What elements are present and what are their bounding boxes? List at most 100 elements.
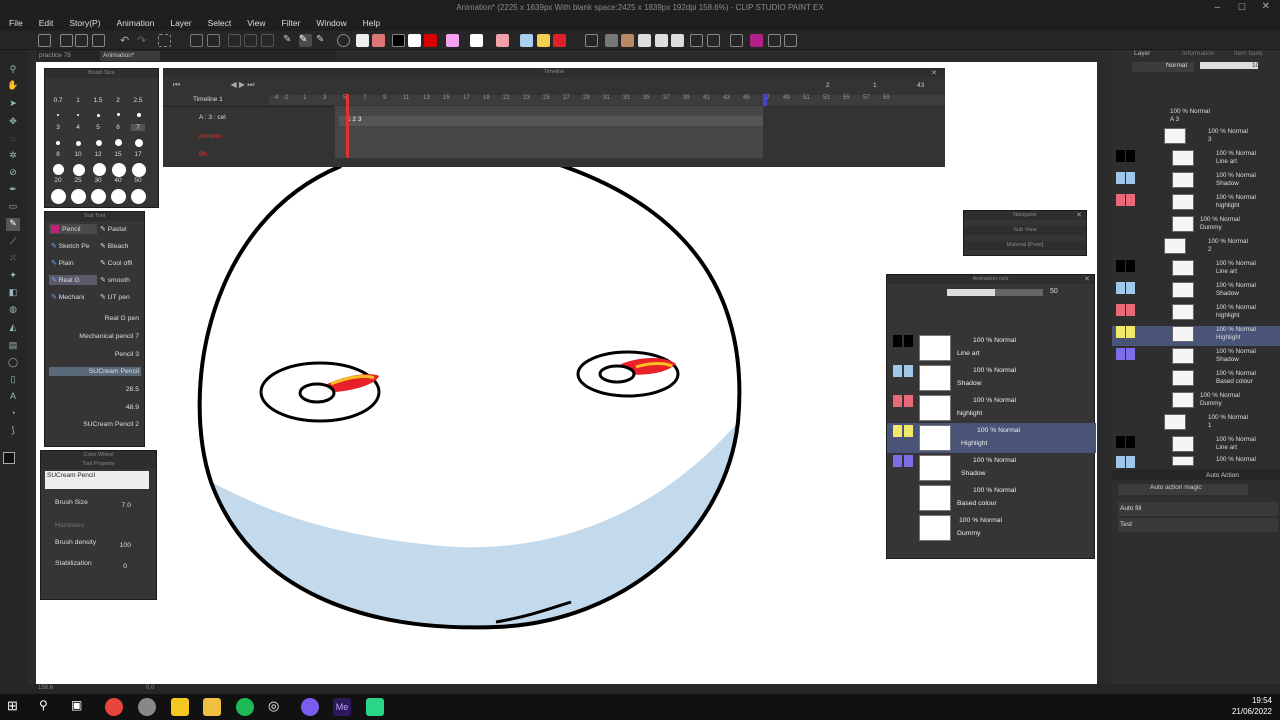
playback-start-icon[interactable]: ⏮ <box>173 80 180 89</box>
brush-size-option[interactable]: 5 <box>91 124 105 131</box>
sub-tool-sketch[interactable]: ✎ Sketch Pe <box>49 241 97 251</box>
clip-studio-icon[interactable] <box>138 698 156 716</box>
sub-tool-mechanical[interactable]: ✎ Mechani <box>49 292 97 302</box>
pattern-icon[interactable] <box>356 34 369 47</box>
tab-animation[interactable]: Animation* <box>100 51 160 61</box>
color-white2-icon[interactable] <box>470 34 483 47</box>
windows-start-icon[interactable]: ⊞ <box>7 698 25 716</box>
sub-tool-bleach[interactable]: ✎ Bleach <box>98 241 142 251</box>
brush-size-option[interactable]: 40 <box>111 177 125 184</box>
color-red2-icon[interactable] <box>553 34 566 47</box>
tone-icon[interactable] <box>655 34 668 47</box>
balloon-icon[interactable]: ◔ <box>6 408 20 421</box>
layer-row[interactable]: 100 % Normal A 3 <box>1112 108 1280 123</box>
brush-size-option-selected[interactable]: 7 <box>131 124 145 131</box>
sub-tool-real-g[interactable]: ✎ Real G <box>49 275 97 285</box>
sub-view-tab[interactable]: Sub View <box>964 226 1086 235</box>
layer-row[interactable]: 100 % Normal Based colour <box>1112 370 1280 386</box>
sub-tool-pastel[interactable]: ✎ Pastel <box>98 224 142 234</box>
material-tab[interactable]: Material [Pose] <box>964 241 1086 250</box>
auto-action-item[interactable]: Auto fill <box>1118 502 1278 516</box>
brush-size-option[interactable]: 50 <box>131 177 145 184</box>
maximize-icon[interactable]: ☐ <box>1238 2 1246 13</box>
obs-icon[interactable]: ◎ <box>268 698 286 716</box>
menu-animation[interactable]: Animation <box>108 17 162 31</box>
open-icon[interactable] <box>60 34 73 47</box>
text-icon[interactable]: A <box>6 391 20 404</box>
brush-size-option[interactable]: 3 <box>51 124 65 131</box>
opacity-slider[interactable] <box>947 289 1043 296</box>
cel-row[interactable]: 100 % Normal Based colour <box>887 483 1096 513</box>
brush-list-item[interactable]: Mechanical pencil 7 <box>49 332 141 341</box>
brush-size-option[interactable]: 0.7 <box>51 97 65 104</box>
rotate-icon[interactable] <box>784 34 797 47</box>
layer-row[interactable]: 100 % Normal Line art <box>1112 436 1280 452</box>
layer-folder[interactable]: 100 % Normal 3 <box>1112 128 1280 144</box>
auto-action-tab[interactable]: Auto Action <box>1206 472 1239 479</box>
airbrush-icon[interactable]: ⁙ <box>6 253 20 266</box>
color-wheel-tab[interactable]: Color Wheel <box>41 451 156 460</box>
grid-icon[interactable] <box>638 34 651 47</box>
layer-row[interactable]: 100 % Normal Shadow <box>1112 348 1280 364</box>
view-icon[interactable] <box>585 34 598 47</box>
figure-icon[interactable]: ◯ <box>6 357 20 370</box>
brush-list-footer[interactable]: SUCream Pencil 2 <box>49 420 141 429</box>
brush-size-option[interactable]: 20 <box>51 177 65 184</box>
brush-size-option[interactable]: 2.5 <box>131 97 145 104</box>
menu-filter[interactable]: Filter <box>273 17 308 31</box>
media-encoder-icon[interactable]: Me <box>333 698 351 716</box>
correct-line-icon[interactable]: ⟆ <box>6 425 20 438</box>
magenta-icon[interactable] <box>750 34 763 47</box>
layer-row[interactable]: 100 % Normal highlight <box>1112 194 1280 210</box>
close-icon[interactable]: ✕ <box>931 69 937 77</box>
end-marker[interactable] <box>763 94 767 106</box>
navigator-title[interactable]: Navigator <box>964 211 1086 220</box>
minimize-icon[interactable]: – <box>1214 2 1220 13</box>
layer-row[interactable]: 100 % Normal highlight <box>1112 304 1280 320</box>
menu-edit[interactable]: Edit <box>30 17 61 31</box>
menu-file[interactable]: File <box>0 17 30 31</box>
frame-tool-icon[interactable]: ▭ <box>6 201 20 214</box>
cel-row[interactable]: 100 % Normal Shadow <box>887 453 1096 483</box>
blend-icon[interactable] <box>337 34 350 47</box>
tab-information[interactable]: Information <box>1182 50 1215 57</box>
play-icon[interactable]: ▶ <box>239 80 245 89</box>
selection-icon[interactable] <box>261 34 274 47</box>
layer-folder[interactable]: 100 % Normal 2 <box>1112 238 1280 254</box>
frame-ruler[interactable]: -4 -2 1 3 5 7 9 11 13 15 17 19 21 23 25 … <box>269 95 945 105</box>
brush-size-option[interactable]: 17 <box>131 151 145 158</box>
move-icon[interactable]: ✥ <box>6 116 20 129</box>
gradient-icon[interactable]: ▤ <box>6 340 20 353</box>
color-pink-icon[interactable] <box>446 34 459 47</box>
frame-icon[interactable] <box>671 34 684 47</box>
layer-row[interactable]: 100 % Normal Shadow <box>1112 172 1280 188</box>
export-icon[interactable] <box>92 34 105 47</box>
task-view-icon[interactable]: ▣ <box>71 698 89 716</box>
new-file-icon[interactable] <box>38 34 51 47</box>
track-red[interactable]: Atmoim <box>199 133 221 140</box>
brush-size-option[interactable]: 25 <box>71 177 85 184</box>
sticker-icon[interactable] <box>372 34 385 47</box>
spotify-icon[interactable] <box>236 698 254 716</box>
pen-icon[interactable]: ✎ <box>283 34 296 47</box>
brush-size-option[interactable]: 4 <box>71 124 85 131</box>
playback-range[interactable] <box>335 106 763 158</box>
auto-action-item[interactable]: Test <box>1118 518 1278 532</box>
undo-icon[interactable]: ↶ <box>120 34 133 47</box>
menu-select[interactable]: Select <box>199 17 239 31</box>
file-explorer-icon[interactable] <box>203 698 221 716</box>
opacity-value[interactable]: 50 <box>1050 288 1058 295</box>
tab-layer[interactable]: Layer <box>1134 50 1150 57</box>
blend-tool-icon[interactable]: ◍ <box>6 304 20 317</box>
image-icon[interactable] <box>621 34 634 47</box>
eraser-icon[interactable]: ◧ <box>6 287 20 300</box>
playhead[interactable] <box>346 94 349 158</box>
search-icon[interactable]: ⚲ <box>39 698 57 716</box>
transform-icon[interactable] <box>190 34 203 47</box>
discord-icon[interactable] <box>301 698 319 716</box>
cel-row[interactable]: 100 % Normal Dummy <box>887 513 1096 543</box>
brush-size-option[interactable]: 2 <box>111 97 125 104</box>
stabilization-value[interactable]: 0 <box>111 562 129 571</box>
menu-layer[interactable]: Layer <box>161 17 198 31</box>
brush-tool-icon[interactable]: ⟋ <box>6 236 20 249</box>
